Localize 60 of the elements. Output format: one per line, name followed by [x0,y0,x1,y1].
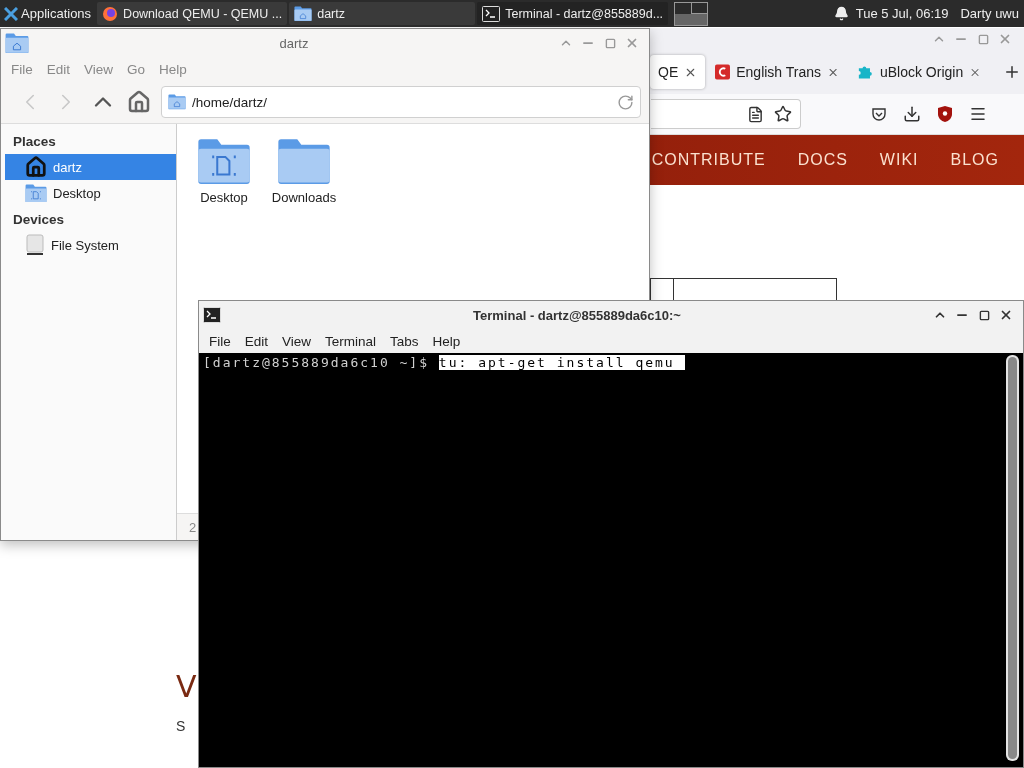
menu-item[interactable]: File [203,333,237,349]
shield-icon[interactable] [937,105,953,123]
maximize-icon[interactable] [978,309,990,321]
nav-link[interactable]: BLOG [950,151,999,169]
menu-item[interactable]: Help [426,333,467,349]
browser-tab[interactable]: English Trans [707,55,848,89]
pocket-icon[interactable] [871,106,887,122]
scrollbar[interactable] [1006,355,1019,761]
nav-link[interactable]: DOCS [797,151,848,169]
folder-icon [277,138,331,184]
sidebar-item[interactable]: dartz [5,154,176,180]
browser-tab[interactable]: uBlock Origin [849,55,990,89]
reader-view-icon[interactable] [747,105,764,123]
sidebar-item[interactable]: Desktop [5,180,176,206]
folder-icon [168,94,186,110]
folder-icon [294,5,313,22]
nav-link[interactable]: CONTRIBUTE [651,151,766,169]
close-icon[interactable] [999,308,1013,322]
taskbar-task[interactable]: dartz [289,2,476,25]
drive-icon [25,234,45,256]
browser-tab[interactable]: QE [650,55,706,89]
user-name[interactable]: Darty uwu [955,6,1024,21]
taskbar-task[interactable]: Download QEMU - QEMU ... [97,2,288,25]
file-name[interactable]: Desktop [200,189,248,205]
url-field[interactable] [651,99,801,129]
menu-icon[interactable] [969,105,987,123]
folder-icon [5,32,29,54]
puzzle-icon [857,64,874,80]
bookmark-star-icon[interactable] [774,105,792,123]
window-title: Terminal - dartz@855889da6c10:~ [472,307,682,323]
sidebar-heading: Places [12,132,57,151]
path-field[interactable]: /home/dartz/ [161,86,641,118]
page-text: S [176,718,187,734]
sidebar-heading: Devices [12,210,66,229]
file-name[interactable]: Downloads [271,189,337,205]
home-icon[interactable] [127,90,151,114]
browser-icon [102,5,119,22]
applications-icon[interactable] [4,6,18,21]
folder-icon [197,138,251,184]
applications-menu[interactable]: Applications [0,0,96,27]
menu-item[interactable]: Edit [238,333,275,349]
terminal-icon [203,307,221,323]
nav-link[interactable]: WIKI [879,151,919,169]
menu-item[interactable]: Tabs [384,333,425,349]
terminal-line: [dartz@855889da6c10 ~]$ tu: apt-get install qemu [203,355,1006,761]
taskbar-task[interactable]: Terminal - dartz@855889d... [477,2,669,25]
menu-item[interactable]: View [276,333,318,349]
folder-icon [25,183,47,203]
download-icon[interactable] [903,105,921,123]
workspace-switcher[interactable] [674,1,709,26]
notification-bell-icon[interactable] [833,6,849,21]
reload-icon[interactable] [617,93,634,111]
clock[interactable]: Tue 5 Jul, 06:19 [850,6,954,21]
tab-logo-icon [715,64,731,80]
home-icon [25,156,47,178]
page-heading: V [176,669,198,704]
window-title: dartz [278,35,310,51]
terminal-icon [482,5,501,22]
sidebar-item[interactable]: File System [5,232,176,258]
menu-item[interactable]: Terminal [319,333,383,349]
